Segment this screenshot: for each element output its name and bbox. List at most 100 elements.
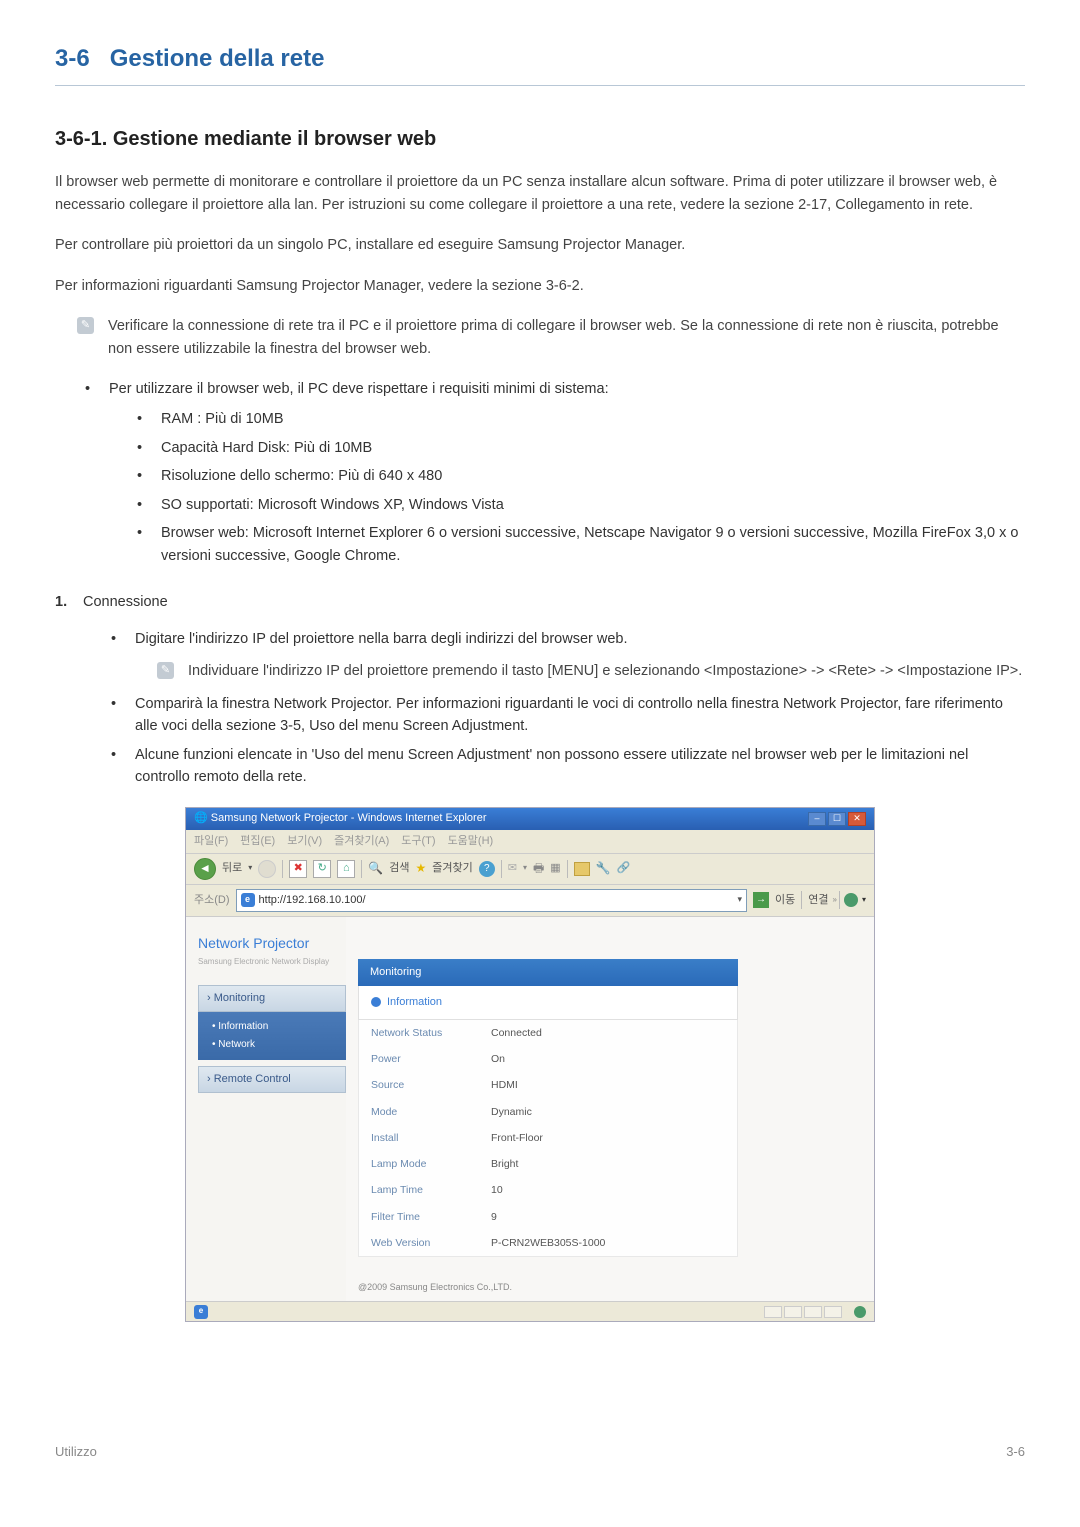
mail-icon[interactable]: ✉ xyxy=(508,860,517,877)
menu-help[interactable]: 도움말(H) xyxy=(448,833,494,850)
np-page-body: Network Projector Samsung Electronic Net… xyxy=(186,917,874,1301)
sidebar-item-information[interactable]: • Information xyxy=(212,1018,332,1036)
v-lamp-mode: Bright xyxy=(491,1156,518,1172)
menu-tools[interactable]: 도구(T) xyxy=(401,833,435,850)
k-network-status: Network Status xyxy=(371,1025,491,1041)
maximize-button[interactable]: ☐ xyxy=(828,812,846,826)
steps-list: 1. Connessione Digitare l'indirizzo IP d… xyxy=(55,591,1025,788)
ie-address-bar: 주소(D) e http://192.168.10.100/ ▾ → 이동 연결… xyxy=(186,885,874,917)
search-label: 검색 xyxy=(389,860,409,877)
row-web-version: Web VersionP-CRN2WEB305S-1000 xyxy=(359,1230,737,1256)
stop-button[interactable]: ✖ xyxy=(289,860,307,878)
row-filter-time: Filter Time9 xyxy=(359,1204,737,1230)
paragraph-info: Per informazioni riguardanti Samsung Pro… xyxy=(55,275,1025,297)
ie-icon: 🌐 xyxy=(194,812,208,824)
v-web-version: P-CRN2WEB305S-1000 xyxy=(491,1235,605,1251)
k-power: Power xyxy=(371,1051,491,1067)
step-1: 1. Connessione Digitare l'indirizzo IP d… xyxy=(55,591,1025,788)
k-lamp-time: Lamp Time xyxy=(371,1182,491,1198)
gear-icon[interactable]: 🔧 xyxy=(596,859,611,878)
note-text: Verificare la connessione di rete tra il… xyxy=(108,315,1025,360)
step-1-note: ✎ Individuare l'indirizzo IP del proiett… xyxy=(157,660,1025,682)
k-lamp-mode: Lamp Mode xyxy=(371,1156,491,1172)
forward-button[interactable] xyxy=(258,860,276,878)
step-1-a-text: Digitare l'indirizzo IP del proiettore n… xyxy=(135,631,628,647)
status-ie-icon: e xyxy=(194,1305,208,1319)
paragraph-intro: Il browser web permette di monitorare e … xyxy=(55,171,1025,216)
v-power: On xyxy=(491,1051,505,1067)
address-dropdown-icon[interactable]: ▾ xyxy=(738,893,743,907)
sidebar-item-monitoring[interactable]: › Monitoring xyxy=(198,985,346,1012)
req-browser: Browser web: Microsoft Internet Explorer… xyxy=(137,522,1025,567)
v-filter-time: 9 xyxy=(491,1209,497,1225)
subsection-heading: 3-6-1. Gestione mediante il browser web xyxy=(55,124,1025,155)
v-mode: Dynamic xyxy=(491,1104,532,1120)
links-section: 연결 » ▾ xyxy=(808,891,866,909)
ie-toolbar: ◄ 뒤로 ▾ ✖ ↻ ⌂ 🔍 검색 ★ 즐겨찾기 ? ✉ ▾ 🖶 ▦ 🔧 🔗 xyxy=(186,854,874,885)
note-icon: ✎ xyxy=(157,662,174,679)
np-info-header: Information xyxy=(358,986,738,1020)
status-segments xyxy=(764,1306,842,1318)
np-logo: Network Projector xyxy=(198,933,346,955)
row-install: InstallFront-Floor xyxy=(359,1125,737,1151)
favorites-label: 즐겨찾기 xyxy=(432,860,472,877)
go-label: 이동 xyxy=(775,892,795,909)
row-mode: ModeDynamic xyxy=(359,1099,737,1125)
links-chevron-icon[interactable]: » xyxy=(833,894,835,906)
toolbar-separator xyxy=(839,891,840,909)
print-icon[interactable]: 🖶 xyxy=(533,859,544,878)
menu-favorites[interactable]: 즐겨찾기(A) xyxy=(334,833,389,850)
address-label: 주소(D) xyxy=(194,892,230,909)
help-icon[interactable]: ? xyxy=(479,861,495,877)
step-1-a: Digitare l'indirizzo IP del proiettore n… xyxy=(111,628,1025,683)
refresh-button[interactable]: ↻ xyxy=(313,860,331,878)
address-input[interactable]: e http://192.168.10.100/ ▾ xyxy=(236,889,748,912)
minimize-button[interactable]: ‒ xyxy=(808,812,826,826)
favorites-icon[interactable]: ★ xyxy=(415,859,426,878)
globe-dropdown-icon[interactable]: ▾ xyxy=(862,894,866,906)
req-resolution: Risoluzione dello schermo: Più di 640 x … xyxy=(137,465,1025,487)
toolbar-separator xyxy=(282,860,283,878)
v-network-status: Connected xyxy=(491,1025,542,1041)
toolbar-separator xyxy=(361,860,362,878)
back-dropdown[interactable]: ▾ xyxy=(248,862,252,874)
row-lamp-time: Lamp Time10 xyxy=(359,1177,737,1203)
back-button[interactable]: ◄ xyxy=(194,858,216,880)
menu-file[interactable]: 파일(F) xyxy=(194,833,228,850)
ie-window-title-text: Samsung Network Projector - Windows Inte… xyxy=(211,812,487,824)
step-1-note-text: Individuare l'indirizzo IP del proiettor… xyxy=(188,660,1022,682)
ie-page-icon: e xyxy=(241,893,255,907)
step-1-title: Connessione xyxy=(83,594,168,610)
paragraph-multi: Per controllare più proiettori da un sin… xyxy=(55,234,1025,256)
note-connection: ✎ Verificare la connessione di rete tra … xyxy=(77,315,1025,360)
np-logo-subtitle: Samsung Electronic Network Display xyxy=(198,956,346,968)
np-info-table: Network StatusConnected PowerOn SourceHD… xyxy=(358,1020,738,1257)
close-button[interactable]: ✕ xyxy=(848,812,866,826)
k-mode: Mode xyxy=(371,1104,491,1120)
v-source: HDMI xyxy=(491,1077,518,1093)
subsection-title: Gestione mediante il browser web xyxy=(113,128,436,150)
home-button[interactable]: ⌂ xyxy=(337,860,355,878)
menu-edit[interactable]: 편집(E) xyxy=(240,833,275,850)
toolbar-separator xyxy=(501,860,502,878)
mail-dropdown[interactable]: ▾ xyxy=(523,862,527,874)
sidebar-item-network[interactable]: • Network xyxy=(212,1036,332,1054)
section-title: Gestione della rete xyxy=(110,45,325,72)
requirements-intro: Per utilizzare il browser web, il PC dev… xyxy=(85,378,1025,567)
go-button[interactable]: → xyxy=(753,892,769,908)
search-icon[interactable]: 🔍 xyxy=(368,859,383,878)
ie-statusbar: e xyxy=(186,1301,874,1321)
link-icon[interactable]: 🔗 xyxy=(617,860,631,877)
k-install: Install xyxy=(371,1130,491,1146)
folder-icon[interactable] xyxy=(574,862,590,876)
v-lamp-time: 10 xyxy=(491,1182,503,1198)
footer-right: 3-6 xyxy=(1006,1442,1025,1462)
globe-icon[interactable] xyxy=(844,893,858,907)
step-1-sublist: Digitare l'indirizzo IP del proiettore n… xyxy=(111,628,1025,789)
edit-icon[interactable]: ▦ xyxy=(550,860,560,877)
v-install: Front-Floor xyxy=(491,1130,543,1146)
screenshot-ie-window: 🌐 Samsung Network Projector - Windows In… xyxy=(185,807,875,1323)
sidebar-item-remote-control[interactable]: › Remote Control xyxy=(198,1066,346,1093)
menu-view[interactable]: 보기(V) xyxy=(287,833,322,850)
row-source: SourceHDMI xyxy=(359,1072,737,1098)
